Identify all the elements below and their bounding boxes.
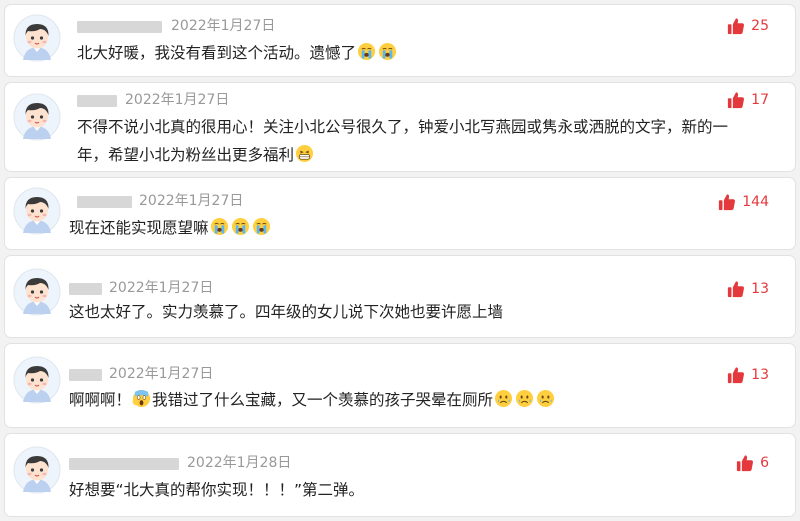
like-count: 13: [751, 281, 769, 297]
comment-text-content: 这也太好了。实力羡慕了。四年级的女儿说下次她也要许愿上墙: [69, 303, 504, 321]
avatar[interactable]: [13, 268, 61, 316]
comment-text-content: 北大好暖，我没有看到这个活动。遗憾了: [77, 44, 357, 62]
comment-text-line-1: 不得不说小北真的很用心！关注小北公号很久了，钟爱小北写燕园或隽永或洒脱的文字，新…: [77, 118, 729, 136]
thumbs-up-icon: [727, 280, 745, 298]
crying-face-icon: [378, 42, 397, 61]
comment-date: 2022年1月27日: [109, 366, 214, 382]
crying-face-icon: [210, 217, 229, 236]
comment-text: 北大好暖，我没有看到这个活动。遗憾了: [77, 39, 398, 67]
comment-text-prefix: 啊啊啊！: [69, 391, 132, 409]
comment-text: 好想要“北大真的帮你实现！！！”第二弹。: [69, 476, 364, 504]
avatar[interactable]: [13, 356, 61, 404]
username-redacted[interactable]: [69, 369, 102, 381]
crying-face-icon: [231, 217, 250, 236]
like-button[interactable]: 13: [727, 280, 769, 298]
comment-text: 现在还能实现愿望嘛: [69, 214, 272, 242]
comment-date: 2022年1月27日: [171, 18, 276, 34]
username-redacted[interactable]: [69, 458, 179, 470]
crying-face-icon: [252, 217, 271, 236]
grinning-face-icon: [295, 144, 314, 163]
comment-date: 2022年1月27日: [109, 280, 214, 296]
comment-date: 2022年1月27日: [125, 92, 230, 108]
like-button[interactable]: 25: [727, 17, 769, 35]
like-button[interactable]: 13: [727, 366, 769, 384]
username-redacted[interactable]: [69, 283, 102, 295]
username-redacted[interactable]: [77, 95, 117, 107]
avatar[interactable]: [13, 93, 61, 141]
like-count: 17: [751, 92, 769, 108]
comment-text-content: 我错过了什么宝藏，又一个羡慕的孩子哭晕在厕所: [152, 391, 494, 409]
like-button[interactable]: 6: [736, 454, 769, 472]
comment-card: 2022年1月28日 6 好想要“北大真的帮你实现！！！”第二弹。: [4, 433, 796, 517]
sad-face-icon: [515, 389, 534, 408]
comment-card: 2022年1月27日 144 现在还能实现愿望嘛: [4, 177, 796, 250]
screaming-face-icon: [132, 389, 151, 408]
comment-text-content: 现在还能实现愿望嘛: [69, 219, 209, 237]
comment-date: 2022年1月27日: [139, 193, 244, 209]
thumbs-up-icon: [727, 17, 745, 35]
comment-card: 2022年1月27日 25 北大好暖，我没有看到这个活动。遗憾了: [4, 4, 796, 77]
avatar[interactable]: [13, 446, 61, 494]
avatar[interactable]: [13, 187, 61, 235]
comment-text: 不得不说小北真的很用心！关注小北公号很久了，钟爱小北写燕园或隽永或洒脱的文字，新…: [77, 113, 728, 169]
comment-text: 这也太好了。实力羡慕了。四年级的女儿说下次她也要许愿上墙: [69, 298, 503, 326]
comment-card: 2022年1月27日 17 不得不说小北真的很用心！关注小北公号很久了，钟爱小北…: [4, 82, 796, 172]
thumbs-up-icon: [736, 454, 754, 472]
sad-face-icon: [494, 389, 513, 408]
comment-card: 2022年1月27日 13 啊啊啊！ 我错过了什么宝藏，又一个羡慕的孩子哭晕在厕所: [4, 343, 796, 428]
like-count: 25: [751, 18, 769, 34]
comment-text-line-2: 年，希望小北为粉丝出更多福利: [77, 146, 295, 164]
avatar[interactable]: [13, 14, 61, 62]
like-button[interactable]: 144: [718, 193, 769, 211]
comment-date: 2022年1月28日: [187, 455, 292, 471]
comment-text: 啊啊啊！ 我错过了什么宝藏，又一个羡慕的孩子哭晕在厕所: [69, 386, 556, 414]
thumbs-up-icon: [727, 366, 745, 384]
like-count: 6: [760, 455, 769, 471]
sad-face-icon: [536, 389, 555, 408]
like-count: 13: [751, 367, 769, 383]
crying-face-icon: [357, 42, 376, 61]
like-button[interactable]: 17: [727, 91, 769, 109]
username-redacted[interactable]: [77, 21, 162, 33]
comment-text-content: 好想要“北大真的帮你实现！！！”第二弹。: [69, 481, 365, 499]
thumbs-up-icon: [718, 193, 736, 211]
username-redacted[interactable]: [77, 196, 132, 208]
thumbs-up-icon: [727, 91, 745, 109]
like-count: 144: [742, 194, 769, 210]
comment-card: 2022年1月27日 13 这也太好了。实力羡慕了。四年级的女儿说下次她也要许愿…: [4, 255, 796, 338]
